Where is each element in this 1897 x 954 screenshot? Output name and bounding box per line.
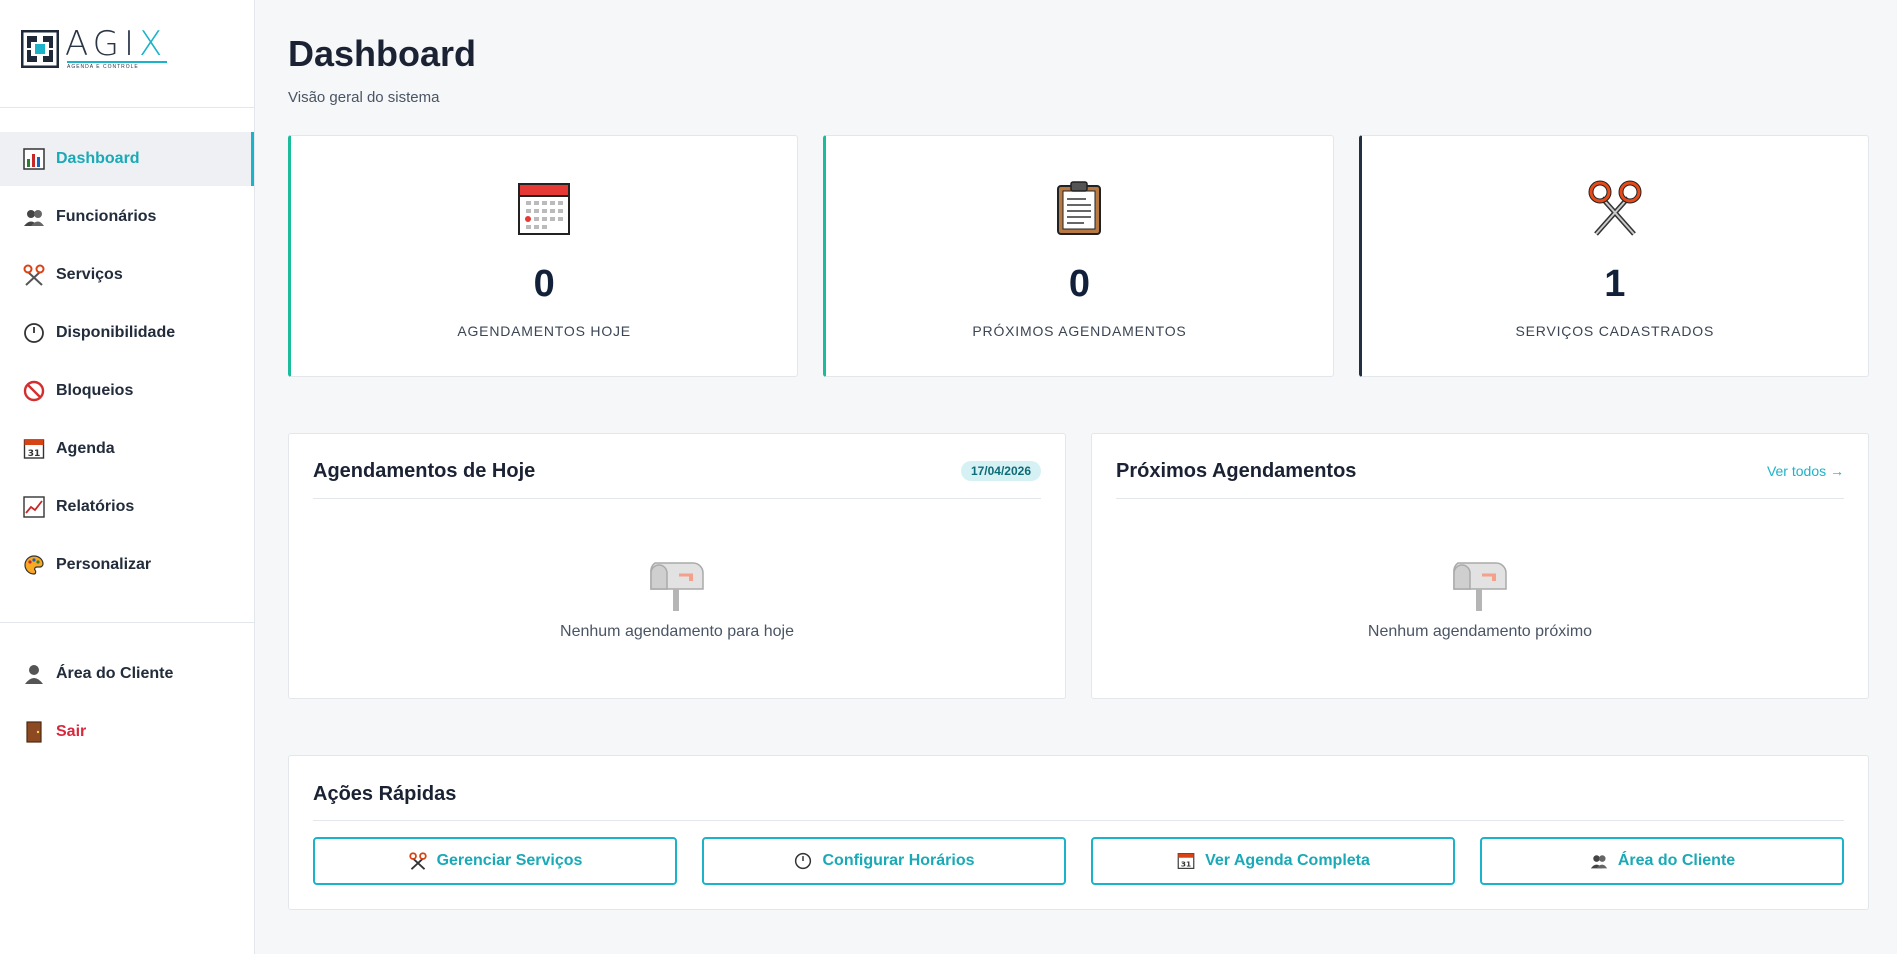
brand-tagline: AGENDA E CONTROLE <box>67 61 167 70</box>
button-label: Ver Agenda Completa <box>1205 852 1370 869</box>
page-title: Dashboard <box>288 33 477 74</box>
sidebar-item-agenda[interactable]: 31 Agenda <box>0 422 254 476</box>
quick-actions-row: Gerenciar Serviços Configurar Horários 3… <box>313 837 1844 885</box>
client-area-button[interactable]: Área do Cliente <box>1480 837 1844 885</box>
panel-header: Próximos Agendamentos Ver todos → <box>1116 434 1844 499</box>
button-label: Área do Cliente <box>1617 852 1736 869</box>
panel-header: Ações Rápidas <box>313 756 1844 821</box>
stats-row: 0 AGENDAMENTOS HOJE 0 PRÓXIMOS AGENDAMEN… <box>288 135 1869 377</box>
scissors-icon <box>1588 180 1642 236</box>
view-full-agenda-button[interactable]: 31 Ver Agenda Completa <box>1091 837 1455 885</box>
stat-label: SERVIÇOS CADASTRADOS <box>1515 323 1715 339</box>
stat-card-services: 1 SERVIÇOS CADASTRADOS <box>1358 135 1869 377</box>
stat-value: 0 <box>533 263 555 305</box>
empty-state: Nenhum agendamento próximo <box>1116 559 1844 641</box>
sidebar-item-label: Agenda <box>56 440 115 457</box>
sidebar-item-personalizar[interactable]: Personalizar <box>0 538 254 592</box>
calendar-icon <box>518 180 571 236</box>
bar-chart-icon <box>22 147 46 171</box>
stat-card-today: 0 AGENDAMENTOS HOJE <box>288 135 799 377</box>
date-badge: 17/04/2026 <box>960 461 1041 481</box>
quick-actions-panel: Ações Rápidas Gerenciar Serviços Configu… <box>288 755 1869 910</box>
stat-value: 0 <box>1068 263 1091 305</box>
panel-title: Próximos Agendamentos <box>1116 459 1357 482</box>
panels-row: Agendamentos de Hoje 17/04/2026 Nenhum a… <box>288 433 1869 699</box>
sidebar-item-label: Sair <box>56 723 87 740</box>
button-label: Configurar Horários <box>822 852 975 869</box>
stat-label: PRÓXIMOS AGENDAMENTOS <box>972 323 1187 339</box>
prohibited-icon <box>22 379 46 403</box>
main-content: Dashboard Visão geral do sistema 0 AGEND… <box>288 0 1869 910</box>
clock-icon <box>22 321 46 345</box>
sidebar-item-dashboard[interactable]: Dashboard <box>0 132 254 186</box>
sidebar-nav: Dashboard Funcionários Serviços Disponib… <box>0 108 254 759</box>
configure-hours-button[interactable]: Configurar Horários <box>702 837 1066 885</box>
svg-text:31: 31 <box>28 449 41 459</box>
logo-mark-icon <box>21 29 59 68</box>
sidebar-item-label: Bloqueios <box>56 382 134 399</box>
sidebar-item-area-do-cliente[interactable]: Área do Cliente <box>0 647 254 701</box>
panel-title: Ações Rápidas <box>313 782 457 805</box>
view-all-link[interactable]: Ver todos → <box>1767 463 1844 479</box>
sidebar-item-sair[interactable]: Sair <box>0 705 254 759</box>
panel-header: Agendamentos de Hoje 17/04/2026 <box>313 434 1041 499</box>
palette-icon <box>22 553 46 577</box>
sidebar-item-label: Área do Cliente <box>56 665 174 682</box>
stat-label: AGENDAMENTOS HOJE <box>457 323 631 339</box>
sidebar-item-label: Relatórios <box>56 498 135 515</box>
mailbox-icon <box>650 562 704 611</box>
sidebar-item-label: Serviços <box>56 266 123 283</box>
clipboard-icon <box>1056 180 1102 236</box>
svg-text:31: 31 <box>1181 860 1191 869</box>
scissors-icon <box>408 851 428 871</box>
sidebar-divider <box>0 622 254 623</box>
sidebar: AGIX AGENDA E CONTROLE Dashboard Funcion… <box>0 0 255 954</box>
stat-value: 1 <box>1604 263 1626 305</box>
empty-text: Nenhum agendamento próximo <box>1367 623 1593 640</box>
page-subtitle: Visão geral do sistema <box>288 89 440 106</box>
stat-card-upcoming: 0 PRÓXIMOS AGENDAMENTOS <box>823 135 1334 377</box>
line-chart-icon <box>22 495 46 519</box>
door-icon <box>22 720 46 744</box>
today-appointments-panel: Agendamentos de Hoje 17/04/2026 Nenhum a… <box>288 433 1066 699</box>
clock-icon <box>793 851 813 871</box>
brand-name: AGIX <box>65 24 168 64</box>
people-icon <box>1589 851 1609 871</box>
sidebar-item-bloqueios[interactable]: Bloqueios <box>0 364 254 418</box>
logo-area: AGIX AGENDA E CONTROLE <box>0 0 254 108</box>
manage-services-button[interactable]: Gerenciar Serviços <box>313 837 677 885</box>
sidebar-item-servicos[interactable]: Serviços <box>0 248 254 302</box>
people-icon <box>22 205 46 229</box>
brand-logo[interactable]: AGIX AGENDA E CONTROLE <box>21 27 167 70</box>
sidebar-item-relatorios[interactable]: Relatórios <box>0 480 254 534</box>
calendar-icon: 31 <box>1176 851 1196 871</box>
upcoming-appointments-panel: Próximos Agendamentos Ver todos → Nenhum… <box>1091 433 1869 699</box>
button-label: Gerenciar Serviços <box>436 852 583 869</box>
sidebar-item-label: Funcionários <box>56 208 157 225</box>
sidebar-item-disponibilidade[interactable]: Disponibilidade <box>0 306 254 360</box>
client-icon <box>22 662 46 686</box>
scissors-icon <box>22 263 46 287</box>
sidebar-item-funcionarios[interactable]: Funcionários <box>0 190 254 244</box>
sidebar-item-label: Dashboard <box>56 150 140 167</box>
empty-state: Nenhum agendamento para hoje <box>313 559 1041 641</box>
sidebar-item-label: Disponibilidade <box>56 324 176 341</box>
calendar-icon: 31 <box>22 437 46 461</box>
empty-text: Nenhum agendamento para hoje <box>560 623 794 640</box>
mailbox-icon <box>1453 562 1507 611</box>
sidebar-item-label: Personalizar <box>56 556 152 573</box>
panel-title: Agendamentos de Hoje <box>313 459 536 482</box>
